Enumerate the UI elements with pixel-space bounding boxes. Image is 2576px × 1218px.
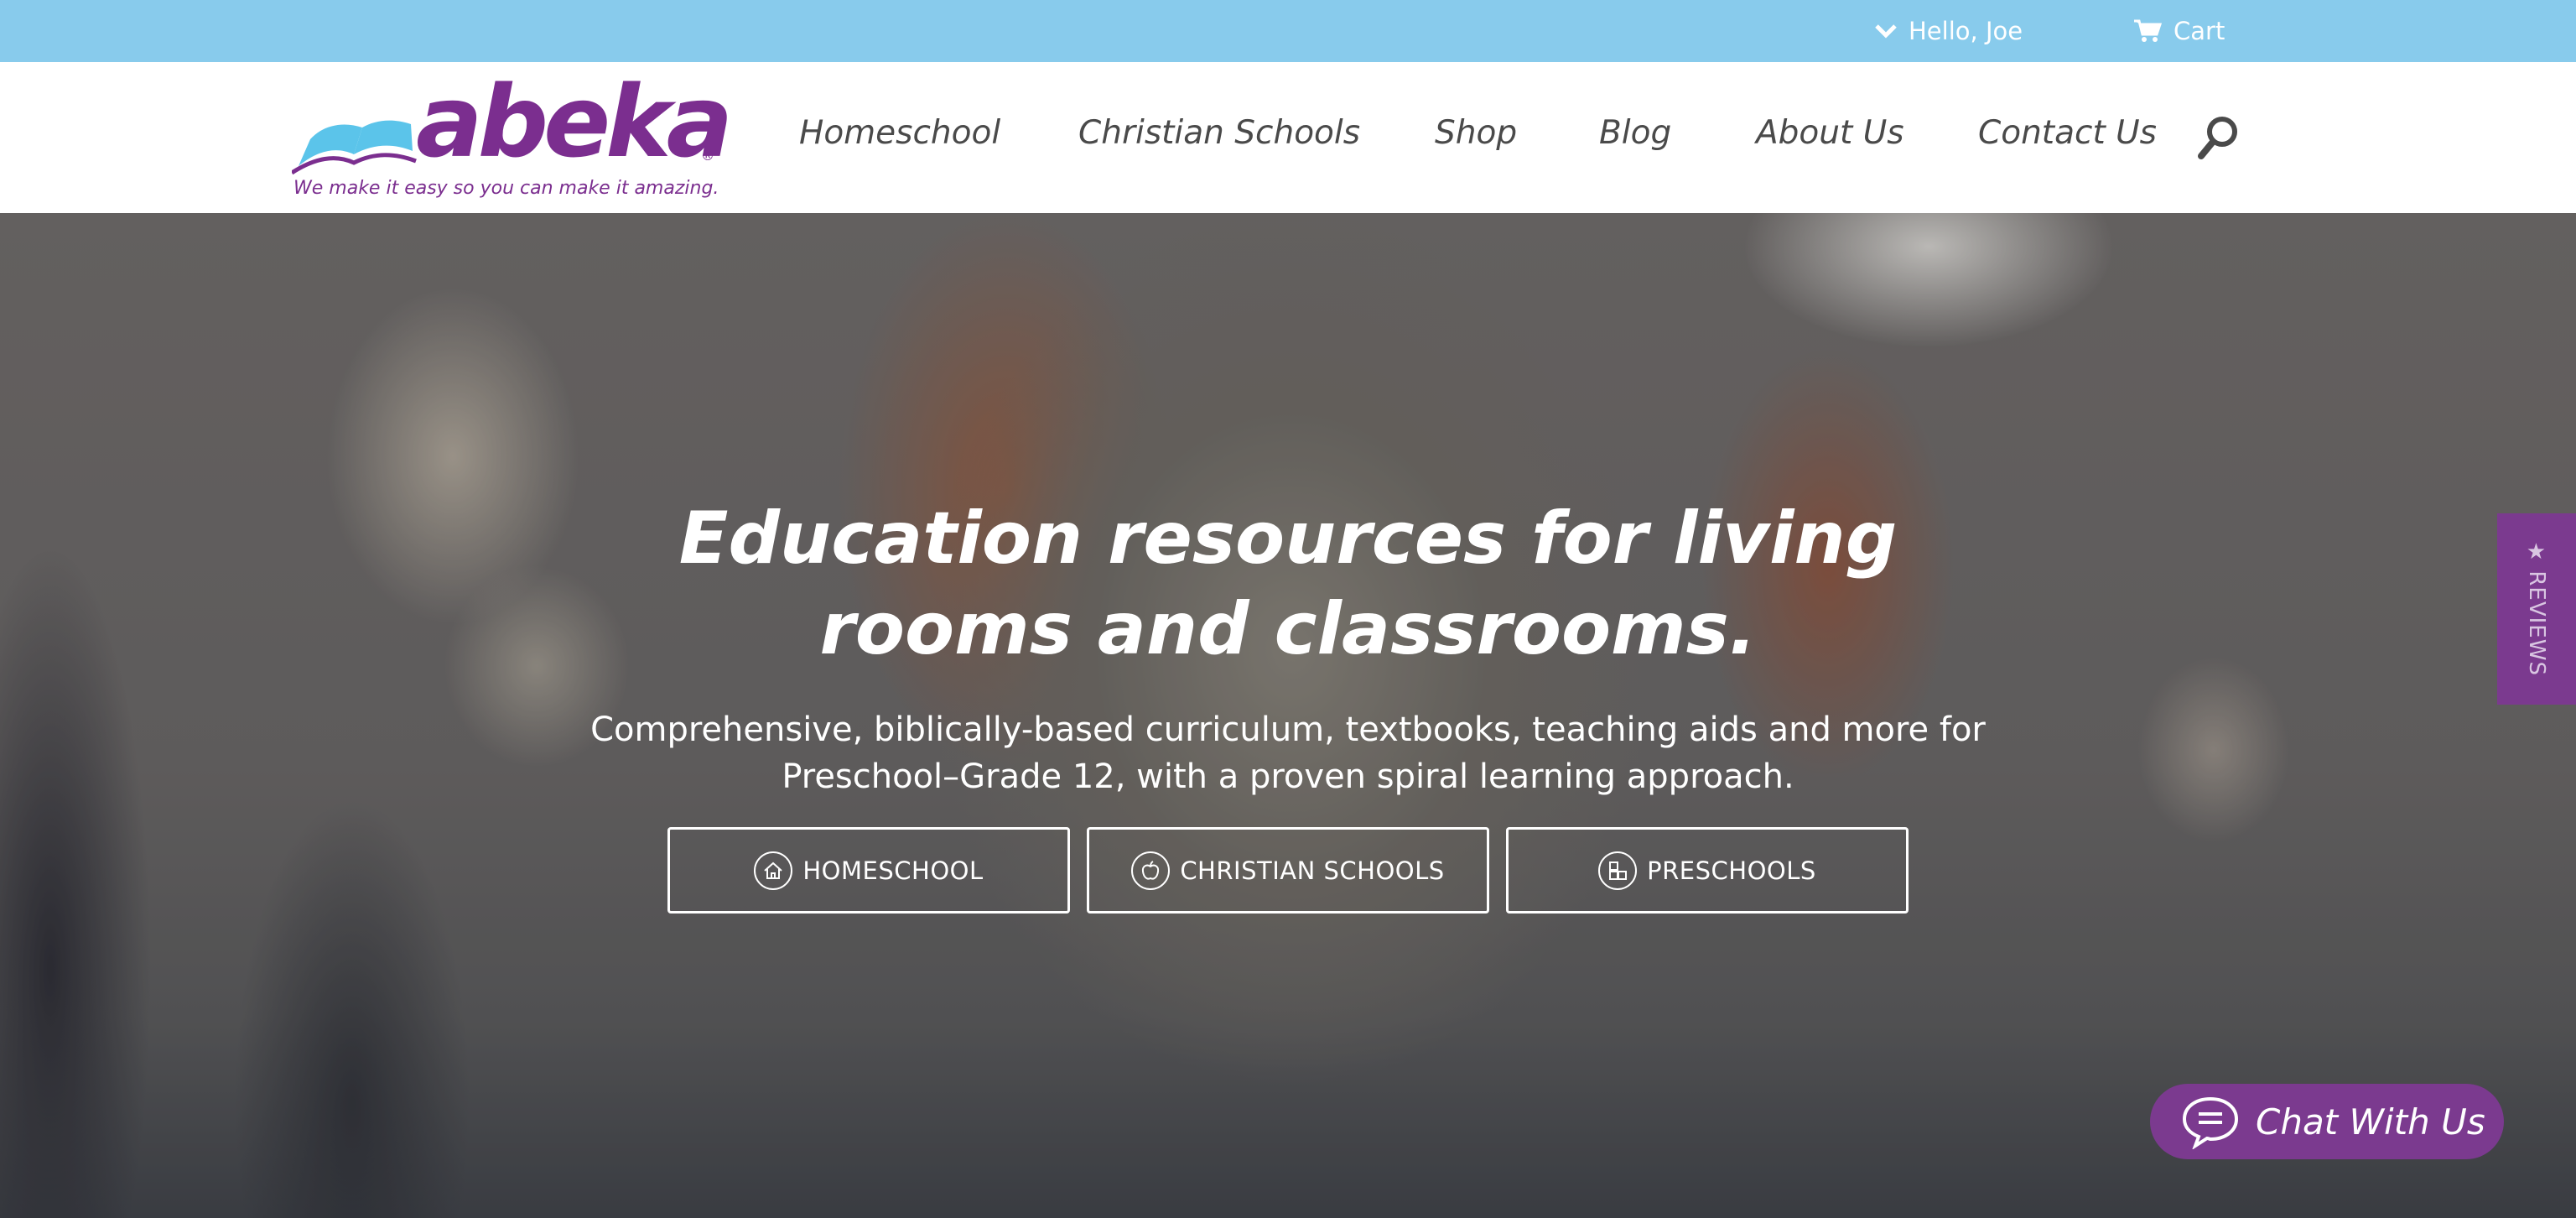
star-icon: ★ bbox=[2526, 539, 2547, 565]
hero-title: Education resources for living rooms and… bbox=[449, 493, 2127, 674]
hero-title-line-2: rooms and classrooms. bbox=[819, 587, 1757, 671]
utility-bar: Hello, Joe Cart bbox=[0, 0, 2576, 62]
reviews-tab-content: ★ REVIEWS bbox=[2524, 539, 2549, 676]
chevron-down-icon bbox=[1875, 24, 1897, 39]
christian-schools-button[interactable]: CHRISTIAN SCHOOLS bbox=[1087, 827, 1489, 914]
hero-title-line-1: Education resources for living bbox=[678, 497, 1898, 580]
hero-subtitle-line-2: Preschool–Grade 12, with a proven spiral… bbox=[782, 757, 1794, 796]
account-label: Hello, Joe bbox=[1909, 17, 2023, 45]
reviews-tab[interactable]: ★ REVIEWS bbox=[2497, 513, 2576, 705]
cart-icon bbox=[2134, 19, 2162, 42]
cart-label: Cart bbox=[2174, 17, 2225, 45]
nav-about-us[interactable]: About Us bbox=[1756, 114, 1904, 152]
nav-blog[interactable]: Blog bbox=[1599, 114, 1671, 152]
account-menu[interactable]: Hello, Joe bbox=[1875, 0, 2023, 62]
hero-subtitle-line-1: Comprehensive, biblically-based curricul… bbox=[590, 710, 1986, 749]
christian-schools-button-label: CHRISTIAN SCHOOLS bbox=[1180, 856, 1445, 885]
hero-subtitle: Comprehensive, biblically-based curricul… bbox=[449, 706, 2127, 800]
chat-button-label: Chat With Us bbox=[2256, 1101, 2485, 1143]
nav-shop[interactable]: Shop bbox=[1435, 114, 1517, 152]
main-nav: Homeschool Christian Schools Shop Blog A… bbox=[0, 62, 2576, 213]
homeschool-button-label: HOMESCHOOL bbox=[802, 856, 984, 885]
preschools-button[interactable]: PRESCHOOLS bbox=[1506, 827, 1909, 914]
homeschool-button[interactable]: HOMESCHOOL bbox=[667, 827, 1070, 914]
house-icon bbox=[754, 851, 793, 890]
search-icon bbox=[2198, 117, 2237, 159]
nav-homeschool[interactable]: Homeschool bbox=[799, 114, 1000, 152]
preschools-button-label: PRESCHOOLS bbox=[1647, 856, 1816, 885]
reviews-tab-label: REVIEWS bbox=[2524, 570, 2549, 676]
search-button[interactable] bbox=[2197, 114, 2241, 161]
blocks-icon bbox=[1598, 851, 1638, 890]
cart-link[interactable]: Cart bbox=[2133, 0, 2225, 62]
nav-contact-us[interactable]: Contact Us bbox=[1978, 114, 2157, 152]
chat-button[interactable]: Chat With Us bbox=[2150, 1084, 2504, 1159]
nav-christian-schools[interactable]: Christian Schools bbox=[1078, 114, 1360, 152]
apple-icon bbox=[1131, 851, 1171, 890]
site-header: abeka ® We make it easy so you can make … bbox=[0, 62, 2576, 213]
chat-bubble-icon bbox=[2182, 1096, 2239, 1149]
hero-banner: Education resources for living rooms and… bbox=[0, 213, 2576, 1218]
